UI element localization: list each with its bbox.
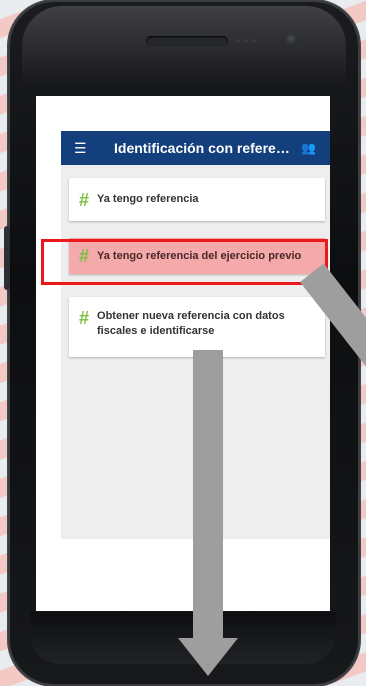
sensor-dots [234,38,260,44]
side-button [4,226,10,290]
option-label: Ya tengo referencia [97,193,199,205]
down-arrow-icon [178,638,238,676]
page-title: Identificación con refere… [114,140,290,156]
down-arrow-shaft [193,350,223,640]
front-camera [286,34,298,46]
phone-sheen [22,6,346,86]
option-new-reference[interactable]: # Obtener nueva referencia con datos fis… [69,297,325,357]
phone-screen: ☰ Identificación con refere… 👥 # Ya teng… [36,96,330,611]
highlight-box [41,239,328,285]
menu-icon[interactable]: ☰ [74,141,96,155]
speaker-grille [146,36,228,46]
people-icon[interactable]: 👥 [301,141,323,155]
hash-icon: # [79,308,90,328]
option-existing-reference[interactable]: # Ya tengo referencia [69,178,325,221]
app-bar: ☰ Identificación con refere… 👥 [61,131,330,165]
option-label: Obtener nueva referencia con datos fisca… [97,310,285,337]
hash-icon: # [79,189,90,210]
